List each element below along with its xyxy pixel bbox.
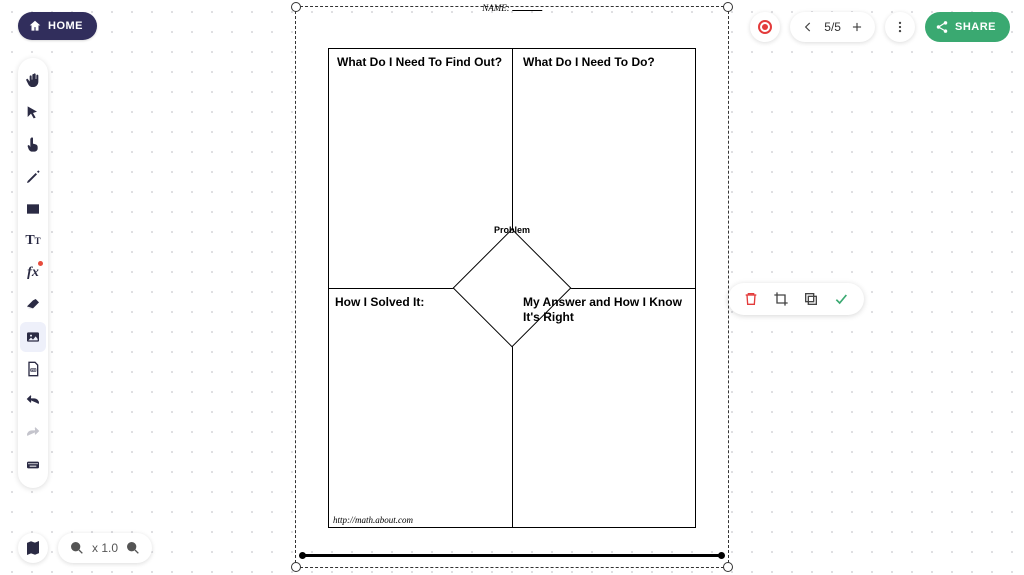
page-canvas[interactable]: NAME: Problem What Do I Need To Find Out…	[302, 13, 722, 533]
pointer-tool[interactable]	[20, 130, 46, 160]
zoom-pill: x 1.0	[58, 533, 152, 563]
zoom-in-button[interactable]	[124, 539, 142, 557]
resize-handle-tl[interactable]	[291, 2, 301, 12]
zoom-level: x 1.0	[92, 541, 118, 555]
redo-button[interactable]	[20, 418, 46, 448]
confirm-button[interactable]	[832, 290, 850, 308]
quadrant-label-1: What Do I Need To Find Out?	[337, 55, 507, 70]
delete-button[interactable]	[742, 290, 760, 308]
add-page-button[interactable]	[847, 17, 867, 37]
pdf-tool[interactable]: PDF	[20, 354, 46, 384]
page-navigator: 5/5	[790, 12, 875, 42]
eraser-tool[interactable]	[20, 290, 46, 320]
zoom-out-button[interactable]	[68, 539, 86, 557]
resize-handle-br[interactable]	[723, 562, 733, 572]
home-icon	[28, 19, 42, 33]
home-button[interactable]: HOME	[18, 12, 97, 40]
undo-button[interactable]	[20, 386, 46, 416]
worksheet-footer-url: http://math.about.com	[333, 515, 413, 525]
zoom-bar: x 1.0	[18, 533, 152, 563]
center-diamond	[453, 229, 572, 348]
record-button[interactable]	[750, 12, 780, 42]
minimap-button[interactable]	[18, 533, 48, 563]
prev-page-button[interactable]	[798, 17, 818, 37]
top-right-controls: 5/5 SHARE	[750, 12, 1010, 42]
share-icon	[935, 20, 949, 34]
svg-text:PDF: PDF	[31, 368, 37, 372]
share-button[interactable]: SHARE	[925, 12, 1010, 42]
pen-tool[interactable]	[20, 162, 46, 192]
left-toolbar: TT fx PDF	[18, 58, 48, 488]
select-tool[interactable]	[20, 98, 46, 128]
resize-handle-bl[interactable]	[291, 562, 301, 572]
share-label: SHARE	[955, 21, 996, 33]
duplicate-button[interactable]	[802, 290, 820, 308]
crop-button[interactable]	[772, 290, 790, 308]
image-tool[interactable]	[20, 322, 46, 352]
text-tool[interactable]: TT	[20, 226, 46, 256]
shape-tool[interactable]	[20, 194, 46, 224]
quadrant-label-4: My Answer and How I Know It's Right	[523, 295, 683, 325]
selection-action-bar	[728, 283, 864, 315]
keyboard-button[interactable]	[20, 450, 46, 480]
math-tool[interactable]: fx	[20, 258, 46, 288]
center-label: Problem	[494, 225, 530, 235]
worksheet-frame: Problem What Do I Need To Find Out? What…	[328, 48, 696, 528]
scrollbar-cap-right[interactable]	[718, 552, 725, 559]
horizontal-scrollbar[interactable]	[302, 554, 722, 557]
quadrant-label-3: How I Solved It:	[335, 295, 495, 310]
worksheet-name-field: NAME:	[482, 3, 542, 13]
scrollbar-cap-left[interactable]	[299, 552, 306, 559]
pan-tool[interactable]	[20, 66, 46, 96]
quadrant-label-2: What Do I Need To Do?	[523, 55, 683, 70]
page-indicator: 5/5	[822, 20, 843, 34]
selected-object[interactable]: NAME: Problem What Do I Need To Find Out…	[295, 6, 729, 568]
more-menu-button[interactable]	[885, 12, 915, 42]
home-label: HOME	[48, 20, 83, 32]
resize-handle-tr[interactable]	[723, 2, 733, 12]
record-icon	[758, 20, 772, 34]
